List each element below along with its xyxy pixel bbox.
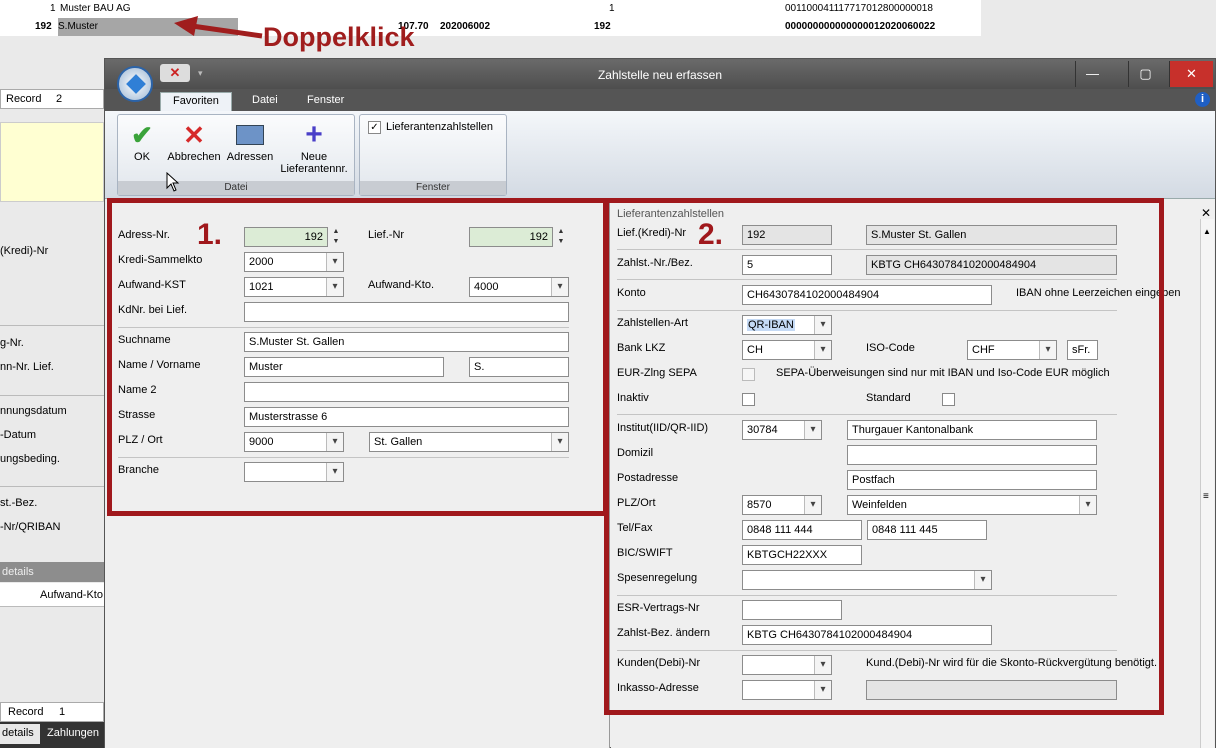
annotation-label-2: 2.	[698, 218, 724, 251]
neue-lieferantennr-button[interactable]: + Neue Lieferantennr.	[276, 118, 352, 176]
record-label: Record	[6, 93, 42, 105]
group-caption-fenster: Fenster	[360, 181, 506, 195]
tab-datei[interactable]: Datei	[240, 92, 290, 111]
panel-close-icon[interactable]: ✕	[1201, 206, 1211, 220]
aufwand-column-header[interactable]: Aufwand-Kto	[40, 589, 103, 601]
left-label: -Datum	[0, 429, 37, 441]
details-grid-header: Aufwand-Kto	[0, 583, 104, 607]
bg-list-row-selected[interactable]: 192 S.Muster 107.70 202006002 192 000000…	[0, 18, 981, 36]
left-label: st.-Bez.	[0, 497, 38, 509]
bg-row-col3: 192	[594, 21, 611, 32]
annotation-frame-1	[107, 198, 608, 516]
neue-label: Neue Lieferantennr.	[280, 151, 348, 175]
ribbon-group-fenster: ✓ Lieferantenzahlstellen Fenster	[359, 114, 507, 196]
lieferantenzahlstellen-checkbox[interactable]: ✓	[368, 121, 381, 134]
abbrechen-button[interactable]: ✕ Abbrechen	[164, 119, 224, 163]
record-value: 1	[59, 706, 66, 718]
app-logo-icon[interactable]	[117, 66, 153, 102]
ribbon: ✔ OK ✕ Abbrechen Adressen + Neue Liefera…	[105, 111, 1215, 199]
bg-row-col3: 1	[609, 3, 615, 14]
bg-row-code: 000000000000000012020060022	[785, 21, 936, 32]
record-value: 2	[56, 93, 63, 105]
left-label: g-Nr.	[0, 337, 24, 349]
ok-label: OK	[134, 151, 150, 163]
menu-bar: Favoriten Datei Fenster i	[105, 89, 1215, 111]
bg-row-num: 1	[50, 3, 56, 14]
annotation-frame-2	[604, 198, 1164, 715]
lieferantenzahlstellen-label: Lieferantenzahlstellen	[386, 121, 494, 133]
annotation-label-1: 1.	[197, 218, 223, 251]
bottom-tab-bar: details Zahlungen	[0, 722, 104, 748]
tab-favoriten[interactable]: Favoriten	[160, 92, 232, 111]
adressen-label: Adressen	[226, 151, 274, 163]
info-icon[interactable]: i	[1195, 92, 1210, 107]
divider	[0, 486, 104, 487]
minimize-button[interactable]: —	[1075, 61, 1109, 87]
ribbon-group-datei: ✔ OK ✕ Abbrechen Adressen + Neue Liefera…	[117, 114, 355, 196]
left-label: (Kredi)-Nr	[0, 245, 49, 257]
details-header[interactable]: details	[0, 562, 104, 582]
plus-icon: +	[305, 118, 323, 151]
scroll-up-icon[interactable]: ▲	[1203, 227, 1211, 236]
bg-list-row[interactable]: 1 Muster BAU AG 1 0011000411177170128000…	[0, 0, 981, 18]
abbrechen-label: Abbrechen	[167, 151, 221, 163]
bg-row-date: 202006002	[440, 21, 491, 32]
tab-details[interactable]: details	[0, 724, 40, 744]
left-label: nnungsdatum	[0, 405, 67, 417]
tab-fenster[interactable]: Fenster	[295, 92, 356, 111]
bg-row-code: 001100041117717012800000018	[785, 3, 933, 14]
left-label: ungsbeding.	[0, 453, 60, 465]
close-button[interactable]: ✕	[1169, 61, 1213, 87]
scroll-grip-icon[interactable]: ≡	[1203, 491, 1209, 502]
divider	[0, 395, 104, 396]
group-caption-datei: Datei	[118, 181, 354, 195]
record-label: Record	[8, 706, 44, 718]
bg-row-name: Muster BAU AG	[60, 3, 131, 14]
left-label: nn-Nr. Lief.	[0, 361, 54, 373]
scrollbar[interactable]: ▲ ≡	[1200, 219, 1214, 748]
cancel-icon: ✕	[183, 120, 205, 150]
annotation-doppelklick: Doppelklick	[263, 22, 415, 52]
cube-icon	[126, 74, 146, 94]
left-label: -Nr/QRIBAN	[0, 521, 61, 533]
address-card-icon	[224, 119, 276, 151]
record-navigator[interactable]: Record 2	[0, 89, 104, 109]
tab-zahlungen[interactable]: Zahlungen	[47, 727, 99, 739]
ok-button[interactable]: ✔ OK	[122, 119, 162, 163]
bg-row-num: 192	[35, 21, 52, 32]
adressen-button[interactable]: Adressen	[224, 119, 276, 163]
checkmark-icon: ✔	[131, 120, 153, 150]
divider	[0, 325, 104, 326]
mouse-cursor-icon	[166, 172, 180, 192]
highlight-area	[0, 122, 104, 202]
title-bar: ✕ ▾ Zahlstelle neu erfassen — ▢ ✕	[105, 59, 1215, 102]
annotation-arrow-icon	[174, 16, 263, 39]
maximize-button[interactable]: ▢	[1128, 61, 1162, 87]
record-navigator[interactable]: Record 1	[0, 702, 104, 722]
window-title: Zahlstelle neu erfassen	[597, 68, 723, 82]
